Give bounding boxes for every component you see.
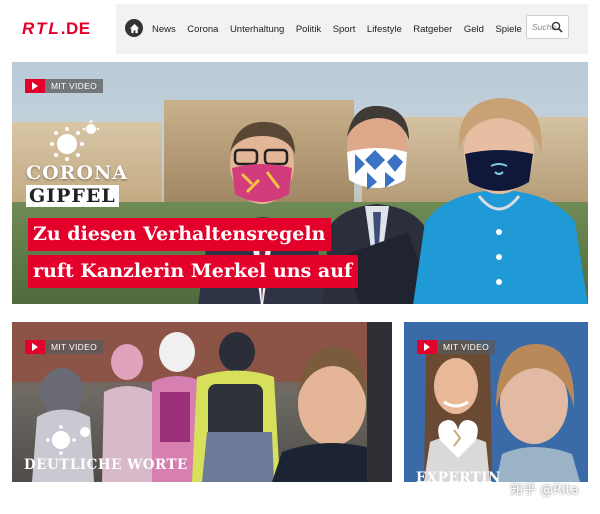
nav-item-news[interactable]: News [152,24,176,35]
headline-line-1[interactable]: Zu diesen Verhaltensregeln [28,218,332,251]
video-badge-label: MIT VIDEO [443,342,489,352]
corona-gipfel-title: CORONA GIPFEL [26,162,128,207]
search-icon[interactable] [551,21,563,33]
teaser-card-deutliche-worte[interactable]: MIT VIDEO DEUTLICHE WORTE [12,322,392,482]
play-icon [25,340,45,354]
play-icon [25,79,45,93]
card-kicker: EXPERTIN [416,470,501,482]
video-badge-label: MIT VIDEO [51,81,97,91]
nav-item-corona[interactable]: Corona [187,24,218,35]
video-badge: MIT VIDEO [25,79,103,93]
rtl-logo: RTL.DE [22,19,91,38]
search-input[interactable]: Suche [526,15,569,39]
video-badge-label: MIT VIDEO [51,342,97,352]
nav-item-unterhaltung[interactable]: Unterhaltung [230,24,284,35]
coronavirus-icon [46,425,90,455]
main-nav: News Corona Unterhaltung Politik Sport L… [152,4,533,54]
nav-item-geld[interactable]: Geld [464,24,484,35]
kicker-line-2: GIPFEL [26,185,119,207]
nav-item-lifestyle[interactable]: Lifestyle [367,24,402,35]
video-badge: MIT VIDEO [25,340,103,354]
headline-line-2[interactable]: ruft Kanzlerin Merkel uns auf [28,255,359,288]
site-header: RTL.DE News Corona Unterhaltung Politik … [8,4,588,54]
nav-item-sport[interactable]: Sport [333,24,356,35]
watermark: 知乎 @Rita [510,483,579,498]
nav-item-ratgeber[interactable]: Ratgeber [413,24,452,35]
nav-item-politik[interactable]: Politik [296,24,321,35]
hero-teaser[interactable]: MIT VIDEO CORONA GIPFEL Zu diesen Verhal… [12,62,588,304]
video-badge: MIT VIDEO [417,340,495,354]
coronavirus-icon [50,120,99,161]
home-icon[interactable] [125,19,143,37]
house-icon [129,23,139,33]
logo-link[interactable]: RTL.DE [8,4,116,54]
play-icon [417,340,437,354]
teaser-card-expertin[interactable]: MIT VIDEO EXPERTIN [404,322,588,482]
card-kicker: DEUTLICHE WORTE [24,457,188,473]
kicker-line-1: CORONA [26,162,129,184]
nav-item-spiele[interactable]: Spiele [495,24,521,35]
merkel-image [413,98,588,304]
